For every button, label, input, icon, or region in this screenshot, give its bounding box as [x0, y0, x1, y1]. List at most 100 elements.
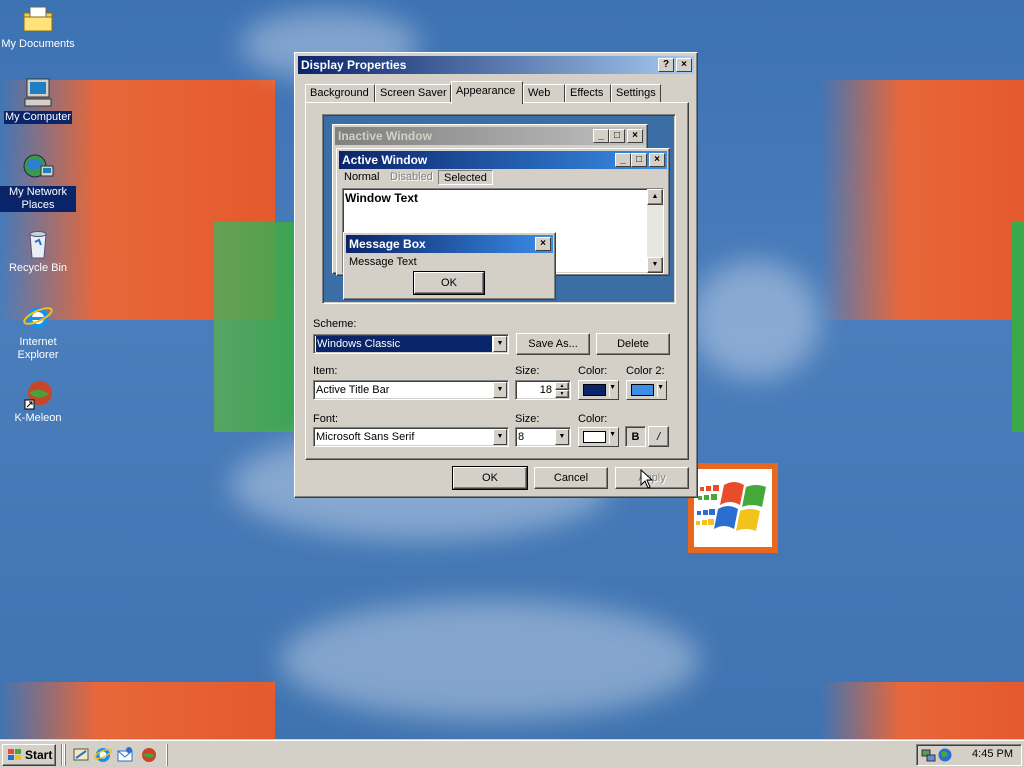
item-color-label: Color: — [578, 365, 608, 377]
taskbar-grip[interactable] — [166, 744, 168, 766]
chevron-down-icon: ▼ — [609, 384, 616, 391]
minimize-icon: _ — [615, 153, 631, 167]
wallpaper-band — [0, 682, 275, 740]
close-button[interactable]: × — [676, 58, 692, 72]
quick-launch-grip[interactable] — [64, 744, 66, 766]
desktop-icon-my-computer[interactable]: My Computer — [0, 77, 76, 124]
font-size-label: Size: — [515, 413, 540, 425]
globe-tray-icon[interactable] — [937, 747, 953, 763]
chevron-down-icon[interactable]: ▼ — [555, 429, 569, 445]
close-icon: × — [627, 129, 643, 143]
menu-disabled: Disabled — [390, 171, 433, 183]
tab-effects[interactable]: Effects — [565, 84, 611, 103]
tab-screen-saver[interactable]: Screen Saver — [375, 84, 451, 103]
italic-toggle[interactable]: / — [648, 426, 669, 447]
scheme-select-value: Windows Classic — [316, 336, 492, 352]
maximize-icon: □ — [609, 129, 625, 143]
desktop-icon-label: My Network Places — [0, 186, 76, 212]
internet-explorer-icon[interactable] — [94, 746, 112, 764]
help-button[interactable]: ? — [658, 58, 674, 72]
network-tray-icon[interactable] — [921, 747, 937, 763]
font-label: Font: — [313, 413, 339, 425]
preview-message-box: Message Box × Message Text OK — [343, 232, 556, 300]
clock[interactable]: 4:45 PM — [972, 748, 1013, 760]
font-color-swatch — [583, 431, 606, 443]
tab-web[interactable]: Web — [523, 84, 565, 103]
menu-normal: Normal — [344, 171, 380, 183]
desktop-icon-internet-explorer[interactable]: Internet Explorer — [0, 302, 76, 362]
desktop-icon-label: Recycle Bin — [8, 262, 68, 274]
scheme-select[interactable]: Windows Classic ▼ — [313, 334, 509, 354]
computer-icon — [21, 77, 55, 109]
desktop-icon-label: Internet Explorer — [17, 336, 59, 361]
cancel-button[interactable]: Cancel — [534, 467, 608, 489]
chevron-down-icon[interactable]: ▼ — [493, 336, 507, 352]
close-icon: × — [535, 237, 551, 251]
chevron-down-icon[interactable]: ▼ — [493, 382, 507, 398]
inactive-title-bar: Inactive Window _ □ × — [335, 127, 645, 145]
desktop-icon-recycle-bin[interactable]: Recycle Bin — [0, 228, 76, 275]
desktop-icon-my-documents[interactable]: My Documents — [0, 4, 76, 51]
font-color-label: Color: — [578, 413, 608, 425]
ok-button[interactable]: OK — [452, 466, 528, 490]
folder-documents-icon — [21, 4, 55, 36]
tab-background[interactable]: Background — [305, 84, 375, 103]
font-size-select[interactable]: 8 ▼ — [515, 427, 571, 447]
item-color2-label: Color 2: — [626, 365, 665, 377]
dialog-titlebar[interactable]: Display Properties ? × — [298, 56, 694, 74]
desktop-icon-my-network-places[interactable]: My Network Places — [0, 152, 76, 212]
item-color-swatch — [583, 384, 606, 396]
scroll-down-icon: ▼ — [647, 257, 663, 273]
item-select[interactable]: Active Title Bar ▼ — [313, 380, 509, 400]
active-window-title: Active Window — [342, 153, 428, 167]
font-color-button[interactable]: ▼ — [578, 427, 619, 447]
taskbar: Start 4:45 PM — [0, 740, 1024, 768]
tab-appearance[interactable]: Appearance — [451, 81, 523, 104]
item-size-label: Size: — [515, 365, 540, 377]
font-select-value: Microsoft Sans Serif — [316, 431, 415, 443]
start-label: Start — [25, 748, 53, 762]
wallpaper-cloud — [280, 600, 700, 720]
appearance-panel: Inactive Window _ □ × Active Window _ □ … — [305, 102, 689, 460]
item-size-spinner[interactable]: 18 ▲ ▼ — [515, 380, 571, 400]
bold-toggle[interactable]: B — [625, 426, 646, 447]
wallpaper-band — [1012, 222, 1024, 432]
message-box-title-bar: Message Box × — [346, 235, 553, 253]
windows-flag-icon — [6, 748, 22, 762]
desktop-icon-label: My Documents — [1, 38, 75, 50]
spin-up-icon[interactable]: ▲ — [555, 382, 569, 390]
display-properties-dialog: Display Properties ? × Background Screen… — [294, 52, 698, 498]
window-text: Window Text — [345, 191, 418, 205]
outlook-express-icon[interactable] — [116, 746, 134, 764]
menu-selected: Selected — [438, 170, 493, 185]
item-color2-button[interactable]: ▼ — [626, 380, 667, 400]
wallpaper-band — [820, 80, 1024, 320]
wallpaper-cloud — [690, 260, 820, 380]
tab-settings[interactable]: Settings — [611, 84, 661, 103]
wallpaper-band — [820, 682, 1024, 740]
item-color-button[interactable]: ▼ — [578, 380, 619, 400]
taskbar-divider — [61, 744, 63, 766]
show-desktop-icon[interactable] — [72, 746, 90, 764]
maximize-icon: □ — [631, 153, 647, 167]
delete-button[interactable]: Delete — [596, 333, 670, 355]
inactive-window-title: Inactive Window — [338, 129, 432, 143]
appearance-preview[interactable]: Inactive Window _ □ × Active Window _ □ … — [322, 114, 676, 304]
close-icon: × — [649, 153, 665, 167]
message-text: Message Text — [349, 256, 417, 268]
dialog-title: Display Properties — [301, 58, 407, 72]
start-button[interactable]: Start — [2, 744, 56, 766]
chevron-down-icon[interactable]: ▼ — [493, 429, 507, 445]
desktop-icon-label: K-Meleon — [14, 412, 62, 424]
chevron-down-icon: ▼ — [657, 384, 664, 391]
chevron-down-icon: ▼ — [609, 431, 616, 438]
desktop-icon-k-meleon[interactable]: K-Meleon — [0, 378, 76, 425]
font-size-value: 8 — [518, 431, 525, 443]
font-select[interactable]: Microsoft Sans Serif ▼ — [313, 427, 509, 447]
message-box-title: Message Box — [349, 237, 426, 251]
tab-strip: Background Screen Saver Appearance Web E… — [305, 81, 685, 104]
k-meleon-icon — [21, 378, 55, 410]
k-meleon-icon[interactable] — [140, 746, 158, 764]
spin-down-icon[interactable]: ▼ — [555, 390, 569, 398]
save-as-button[interactable]: Save As... — [516, 333, 590, 355]
